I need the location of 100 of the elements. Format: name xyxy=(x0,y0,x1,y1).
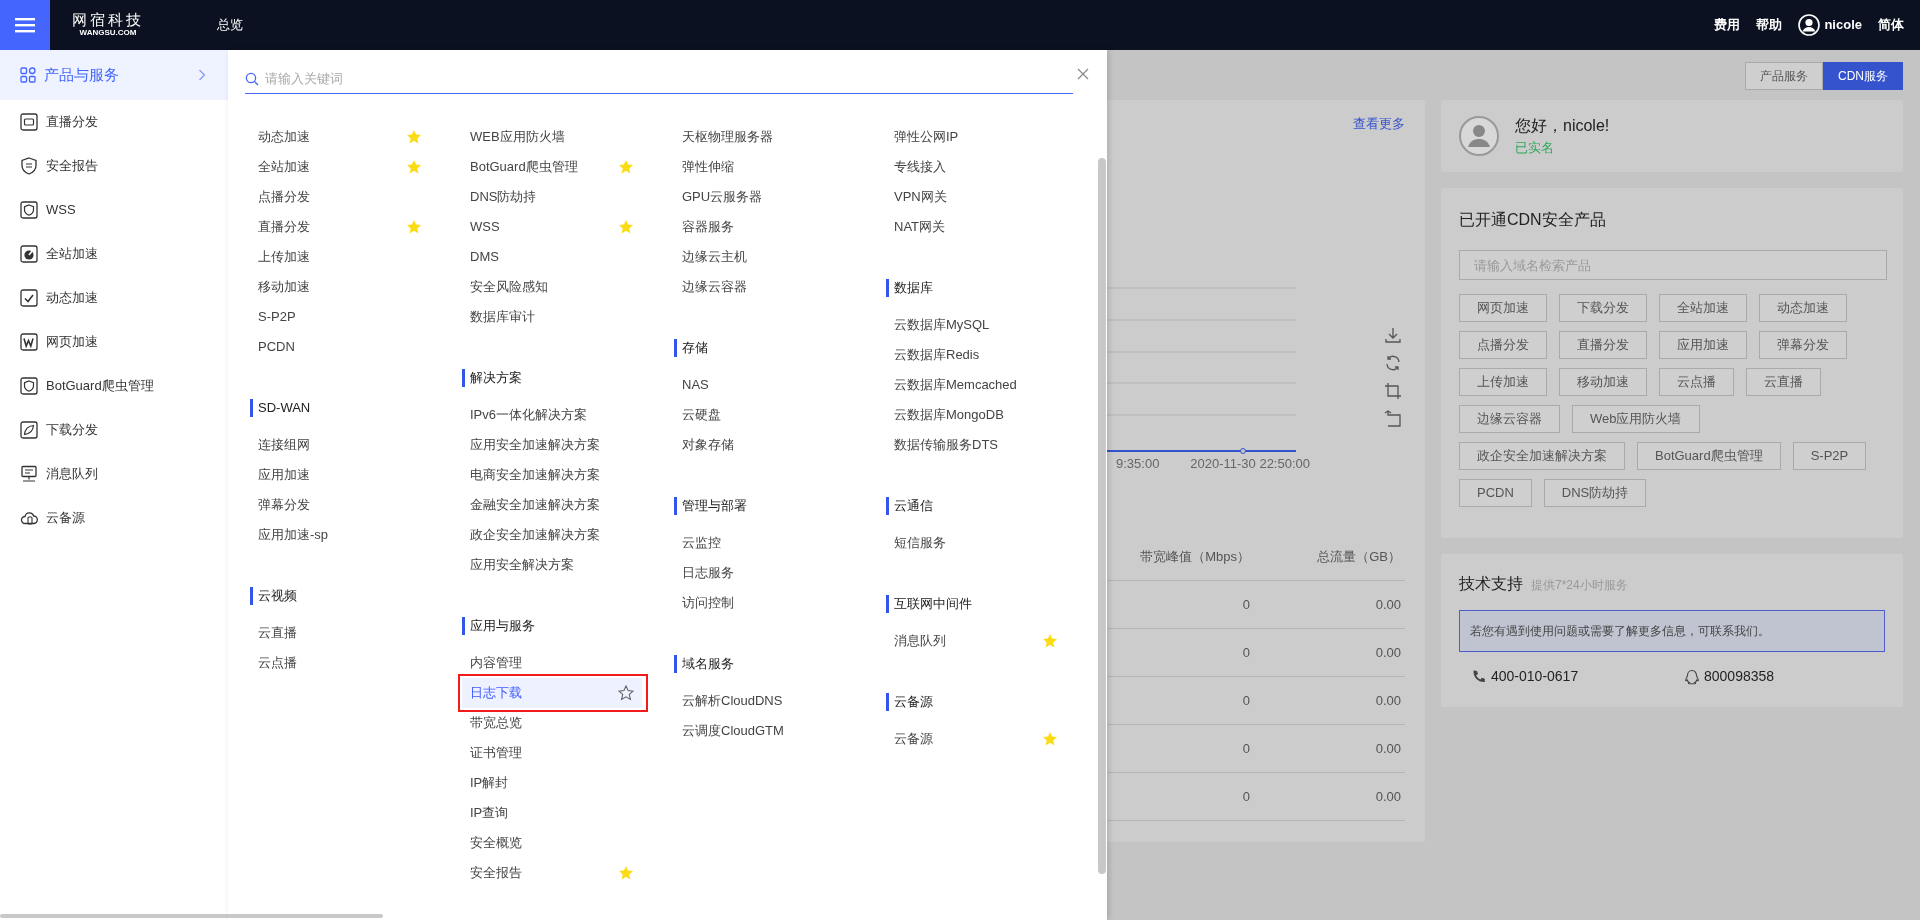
sidebar-header[interactable]: 产品与服务 xyxy=(0,50,228,100)
product-tag[interactable]: PCDN xyxy=(1459,479,1532,507)
menu-item[interactable]: 安全概览 xyxy=(462,828,642,858)
menu-item[interactable]: 云监控 xyxy=(674,528,854,558)
menu-item[interactable]: 带宽总览 xyxy=(462,708,642,738)
view-more-link[interactable]: 查看更多 xyxy=(1353,114,1405,134)
product-tag[interactable]: 动态加速 xyxy=(1759,294,1847,322)
menu-item[interactable]: 云数据库Redis xyxy=(886,340,1066,370)
menu-item[interactable]: 内容管理 xyxy=(462,648,642,678)
menu-item[interactable]: 日志服务 xyxy=(674,558,854,588)
menu-item[interactable]: 应用安全加速解决方案 xyxy=(462,430,642,460)
menu-item[interactable]: 消息队列 xyxy=(886,626,1066,656)
scrollbar-thumb[interactable] xyxy=(0,914,383,918)
product-tag[interactable]: Web应用防火墙 xyxy=(1572,405,1700,433)
sidebar-item[interactable]: 动态加速 xyxy=(0,276,228,320)
menu-item[interactable]: 云数据库Memcached xyxy=(886,370,1066,400)
menu-item[interactable]: 应用安全解决方案 xyxy=(462,550,642,580)
topbar-link[interactable]: 帮助 xyxy=(1756,15,1783,35)
menu-button[interactable] xyxy=(0,0,50,50)
product-tag[interactable]: 移动加速 xyxy=(1559,368,1647,396)
star-icon[interactable] xyxy=(618,865,634,881)
menu-item[interactable]: 安全风险感知 xyxy=(462,272,642,302)
product-tag[interactable]: 直播分发 xyxy=(1559,331,1647,359)
menu-item[interactable]: 数据传输服务DTS xyxy=(886,430,1066,460)
menu-item[interactable]: WSS xyxy=(462,212,642,242)
sidebar-item[interactable]: 消息队列 xyxy=(0,452,228,496)
menu-item[interactable]: 全站加速 xyxy=(250,152,430,182)
star-icon[interactable] xyxy=(406,159,422,175)
menu-item[interactable]: 安全报告 xyxy=(462,858,642,888)
product-tag[interactable]: 点播分发 xyxy=(1459,331,1547,359)
user-menu[interactable]: nicole xyxy=(1798,14,1862,36)
menu-item[interactable]: 云数据库MySQL xyxy=(886,310,1066,340)
star-icon[interactable] xyxy=(406,129,422,145)
menu-item[interactable]: 天枢物理服务器 xyxy=(674,122,854,152)
sidebar-item[interactable]: 直播分发 xyxy=(0,100,228,144)
topbar-link[interactable]: 费用 xyxy=(1714,15,1741,35)
sidebar-item[interactable]: BotGuard爬虫管理 xyxy=(0,364,228,408)
crop-icon[interactable] xyxy=(1384,381,1402,400)
star-icon[interactable] xyxy=(406,219,422,235)
menu-item[interactable]: 云解析CloudDNS xyxy=(674,686,854,716)
star-icon[interactable] xyxy=(1042,633,1058,649)
menu-item[interactable]: 应用加速 xyxy=(250,460,430,490)
star-icon[interactable] xyxy=(618,159,634,175)
sidebar-item[interactable]: WSS xyxy=(0,188,228,232)
menu-item[interactable]: VPN网关 xyxy=(886,182,1066,212)
menu-item[interactable]: 弹幕分发 xyxy=(250,490,430,520)
menu-item[interactable]: PCDN xyxy=(250,332,430,362)
view-tab[interactable]: CDN服务 xyxy=(1823,62,1903,90)
menu-item[interactable]: WEB应用防火墙 xyxy=(462,122,642,152)
menu-item[interactable]: BotGuard爬虫管理 xyxy=(462,152,642,182)
menu-item[interactable]: 上传加速 xyxy=(250,242,430,272)
menu-item[interactable]: 电商安全加速解决方案 xyxy=(462,460,642,490)
refresh-icon[interactable] xyxy=(1384,353,1402,372)
menu-item[interactable]: 政企安全加速解决方案 xyxy=(462,520,642,550)
product-tag[interactable]: 弹幕分发 xyxy=(1759,331,1847,359)
undo-icon[interactable] xyxy=(1384,409,1402,428)
menu-item[interactable]: 短信服务 xyxy=(886,528,1066,558)
star-icon[interactable] xyxy=(618,685,634,701)
menu-item[interactable]: 证书管理 xyxy=(462,738,642,768)
product-tag[interactable]: S-P2P xyxy=(1792,442,1867,470)
sidebar-item[interactable]: 云备源 xyxy=(0,496,228,540)
view-tab[interactable]: 产品服务 xyxy=(1745,62,1823,90)
menu-item[interactable]: 专线接入 xyxy=(886,152,1066,182)
product-tag[interactable]: 全站加速 xyxy=(1659,294,1747,322)
menu-item[interactable]: 边缘云主机 xyxy=(674,242,854,272)
menu-item[interactable]: 云调度CloudGTM xyxy=(674,716,854,746)
star-icon[interactable] xyxy=(1042,731,1058,747)
menu-item[interactable]: 金融安全加速解决方案 xyxy=(462,490,642,520)
menu-item[interactable]: 弹性伸缩 xyxy=(674,152,854,182)
sidebar-item[interactable]: 安全报告 xyxy=(0,144,228,188)
menu-item[interactable]: 数据库审计 xyxy=(462,302,642,332)
menu-item[interactable]: DNS防劫持 xyxy=(462,182,642,212)
product-tag[interactable]: 边缘云容器 xyxy=(1459,405,1560,433)
download-icon[interactable] xyxy=(1384,325,1402,344)
menu-item[interactable]: 动态加速 xyxy=(250,122,430,152)
sidebar-item[interactable]: 网页加速 xyxy=(0,320,228,364)
menu-item[interactable]: 对象存储 xyxy=(674,430,854,460)
menu-item[interactable]: 云点播 xyxy=(250,648,430,678)
menu-item[interactable]: IP查询 xyxy=(462,798,642,828)
topbar-link[interactable]: 简体 xyxy=(1878,15,1904,35)
product-tag[interactable]: 上传加速 xyxy=(1459,368,1547,396)
menu-item[interactable]: 应用加速-sp xyxy=(250,520,430,550)
menu-item[interactable]: DMS xyxy=(462,242,642,272)
menu-item[interactable]: GPU云服务器 xyxy=(674,182,854,212)
menu-item[interactable]: 访问控制 xyxy=(674,588,854,618)
product-tag[interactable]: 应用加速 xyxy=(1659,331,1747,359)
menu-item[interactable]: 云硬盘 xyxy=(674,400,854,430)
menu-item[interactable]: IPv6一体化解决方案 xyxy=(462,400,642,430)
scrollbar-thumb[interactable] xyxy=(1098,158,1106,874)
sidebar-item[interactable]: 下载分发 xyxy=(0,408,228,452)
product-tag[interactable]: 下载分发 xyxy=(1559,294,1647,322)
menu-item[interactable]: 云数据库MongoDB xyxy=(886,400,1066,430)
menu-item[interactable]: 直播分发 xyxy=(250,212,430,242)
search-field[interactable]: 请输入关键词 xyxy=(263,67,1073,90)
product-tag[interactable]: BotGuard爬虫管理 xyxy=(1637,442,1781,470)
menu-item[interactable]: 连接组网 xyxy=(250,430,430,460)
menu-item[interactable]: 边缘云容器 xyxy=(674,272,854,302)
nav-link[interactable]: 总览 xyxy=(217,15,243,35)
product-tag[interactable]: 政企安全加速解决方案 xyxy=(1459,442,1625,470)
menu-item[interactable]: 云备源 xyxy=(886,724,1066,754)
